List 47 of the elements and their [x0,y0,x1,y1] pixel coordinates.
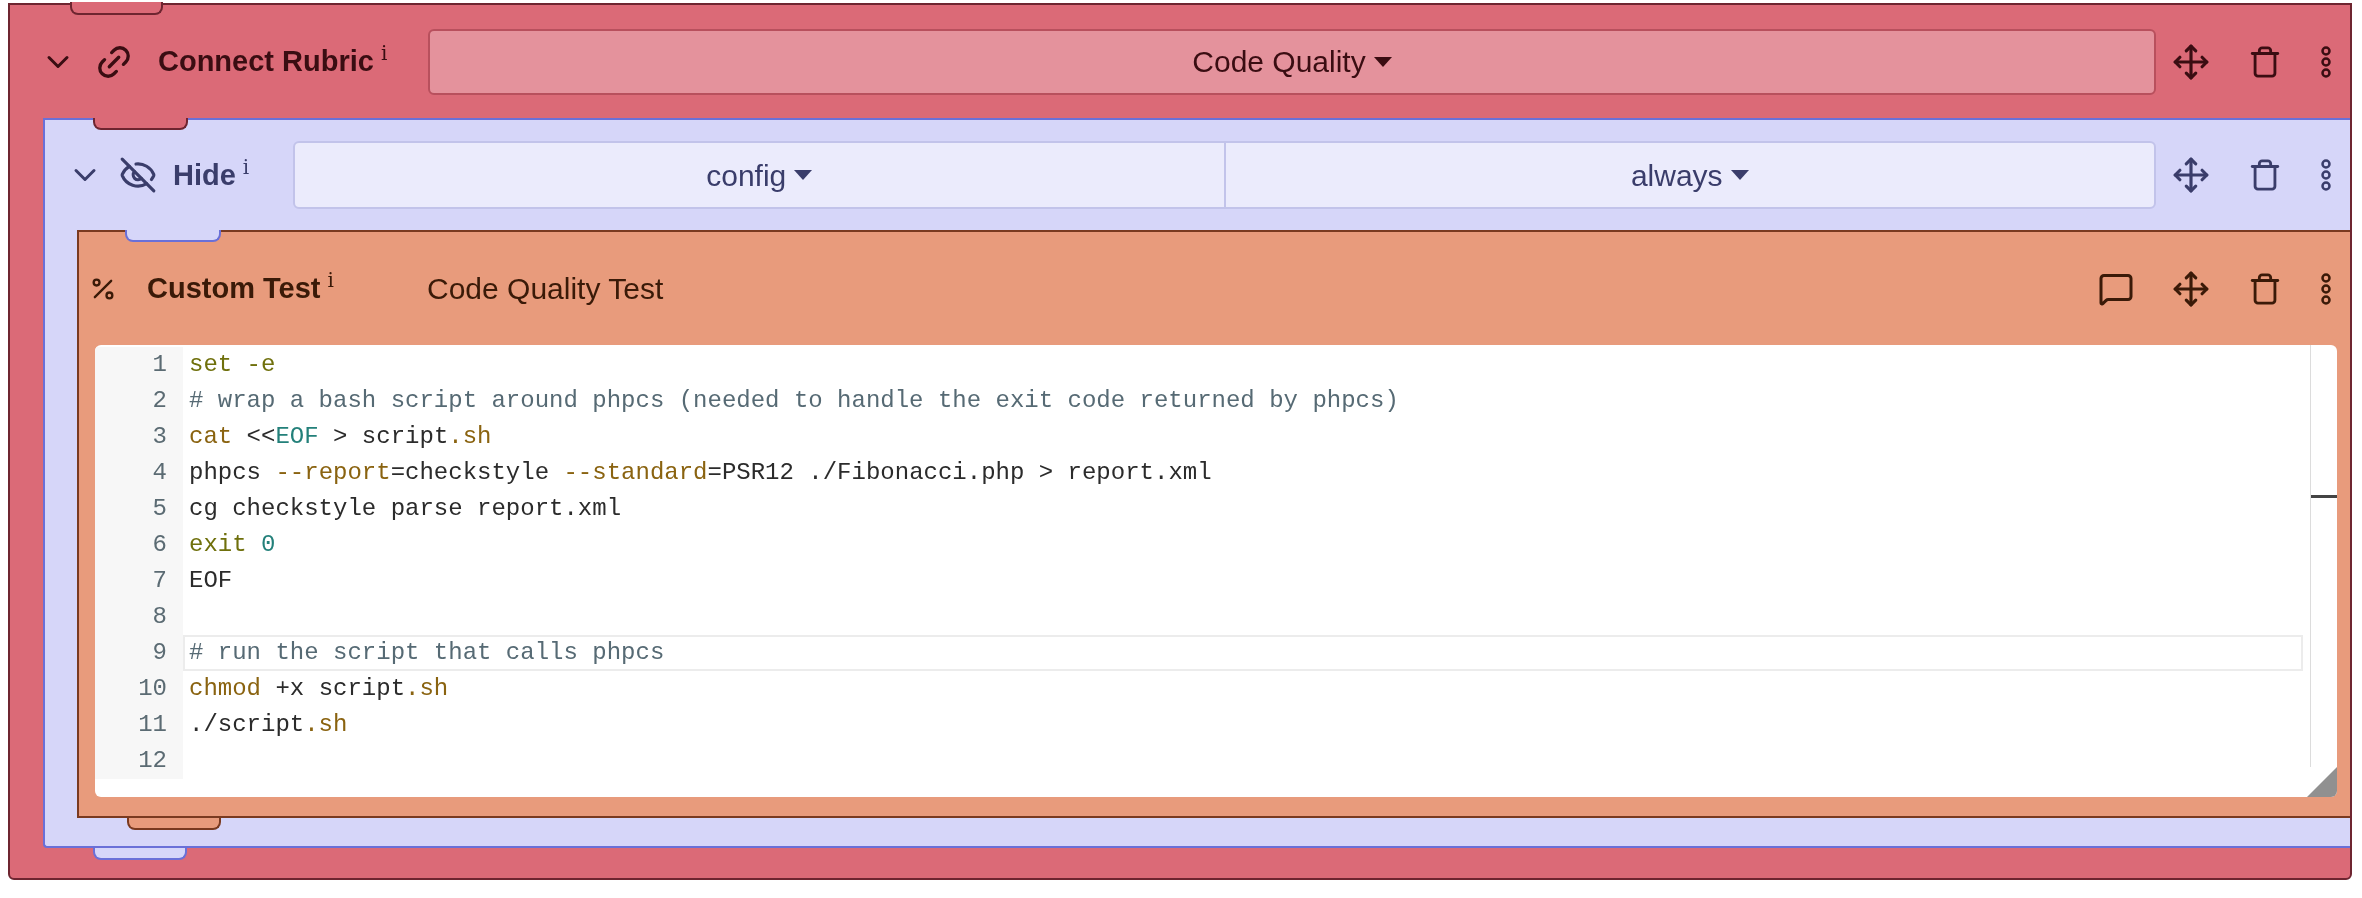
code-line: EOF [188,566,234,596]
trash-icon[interactable] [2248,158,2282,192]
block-label: Custom Test [147,274,321,303]
line-number: 6 [152,530,167,560]
code-line: chmod +x script.sh [188,674,450,704]
eye-off-icon [119,156,157,194]
info-mark[interactable]: i [380,43,388,63]
more-options-icon[interactable] [2320,158,2332,192]
scroll-marker [2311,495,2337,498]
scrollbar-track[interactable] [2310,345,2337,767]
caret-icon [1730,170,1749,180]
dropdown[interactable]: Code Quality [428,28,2156,95]
dropdown[interactable]: always [1223,143,2154,207]
code-line: set -e [188,350,277,380]
caret-icon [1373,56,1392,67]
code-line: cg checkstyle parse report.xml [188,494,623,524]
line-number: 5 [152,494,167,524]
line-number: 1 [152,350,167,380]
line-number: 2 [152,386,167,416]
trash-icon[interactable] [2248,44,2282,79]
move-icon[interactable] [2172,269,2210,308]
line-number: 12 [138,746,167,776]
code-line: # wrap a bash script around phpcs (needed to handle the exit code returned by phpcs) [188,386,1400,416]
trash-icon[interactable] [2248,271,2282,306]
line-number: 11 [138,710,167,740]
more-options-icon[interactable] [2320,44,2332,79]
resize-handle-icon[interactable] [2307,767,2337,797]
move-icon[interactable] [2172,156,2210,194]
more-options-icon[interactable] [2320,271,2332,306]
block-label: Connect Rubric [158,47,374,76]
dropdown[interactable]: config [295,143,1224,207]
line-number: 9 [152,638,167,668]
code-line: exit 0 [188,530,277,560]
code-line: ./script.sh [188,710,349,740]
block-label: Hide [173,160,236,190]
line-number: 7 [152,566,167,596]
line-number: 4 [152,458,167,488]
move-icon[interactable] [2172,42,2210,81]
test-name: Code Quality Test [427,271,665,307]
code-line: phpcs --report=checkstyle --standard=PSR12 ./Fibonacci.php > report.xml [188,458,1213,488]
line-number: 3 [152,422,167,452]
info-mark[interactable]: i [242,156,250,177]
code-line: cat <<EOF > script.sh [188,422,493,452]
line-number: 10 [138,674,167,704]
line-number: 8 [152,602,167,632]
caret-icon [794,170,813,180]
info-mark[interactable]: i [327,270,334,290]
